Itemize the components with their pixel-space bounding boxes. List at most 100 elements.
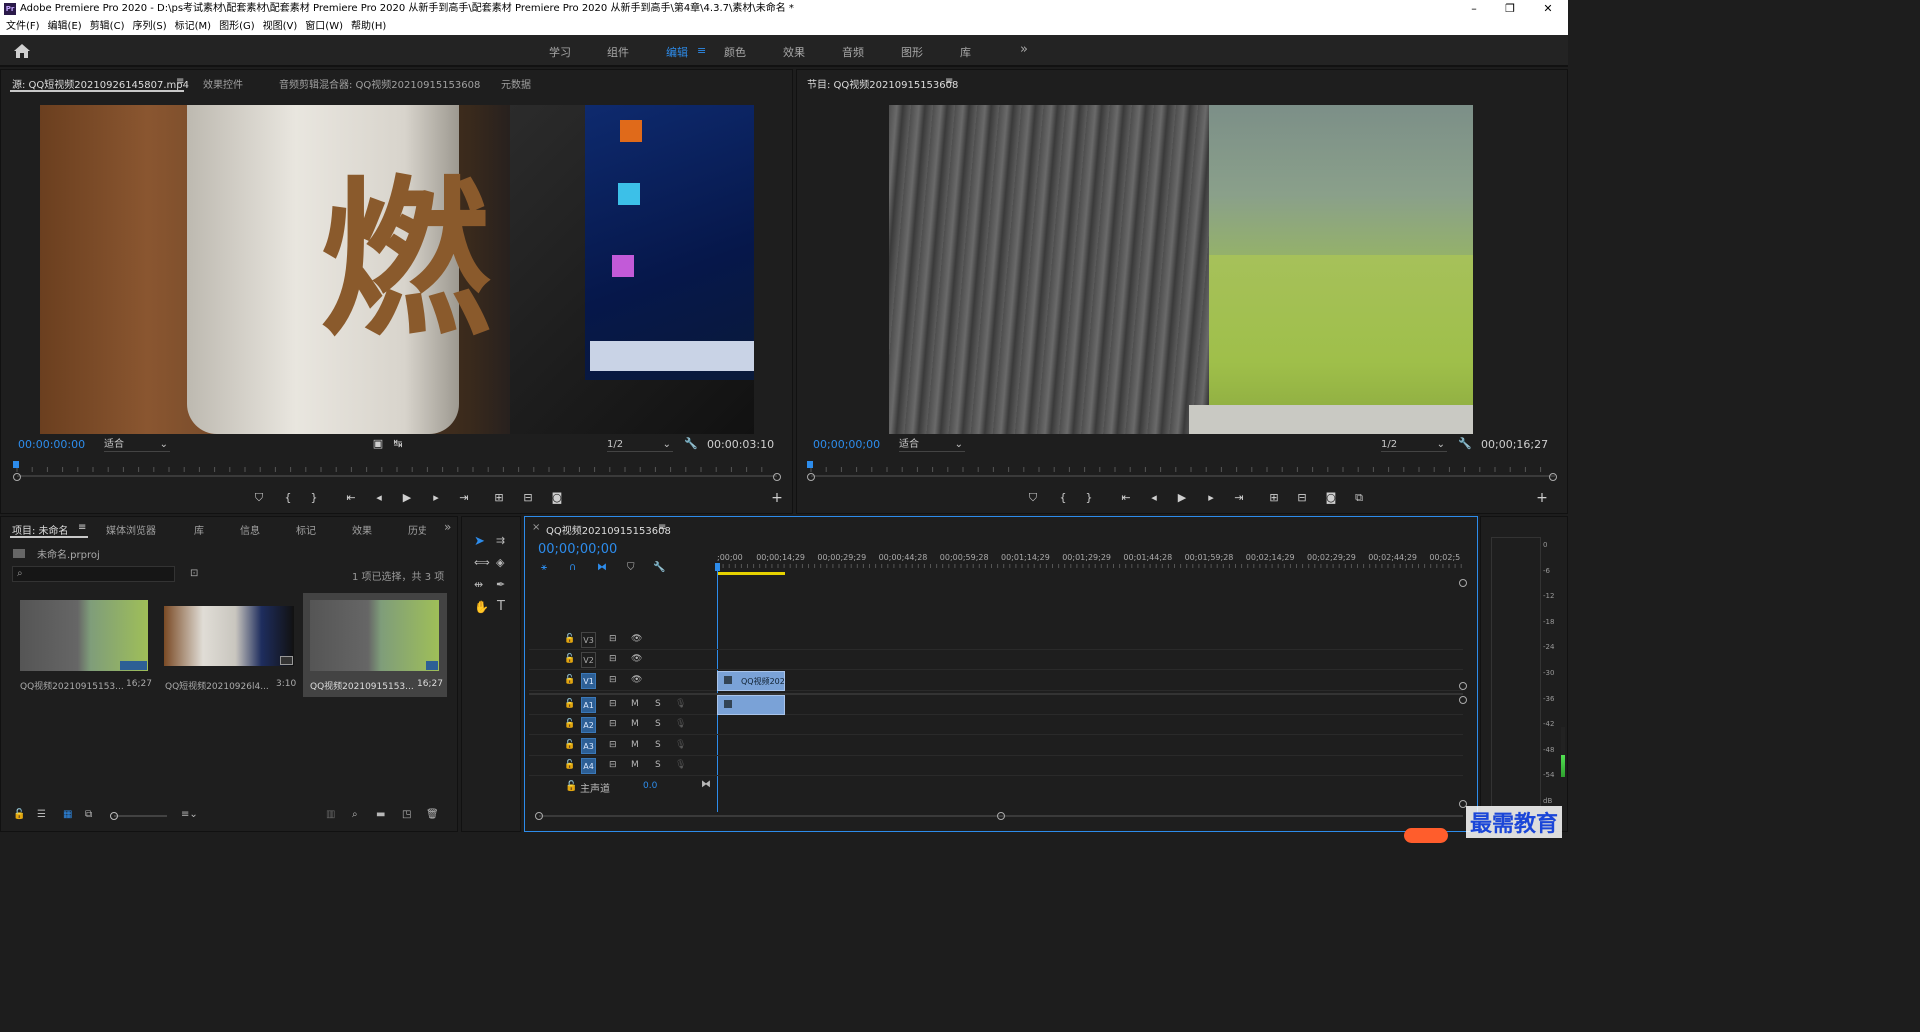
master-volume-value[interactable]: 0.0 (643, 781, 657, 791)
zoom-slider[interactable] (109, 811, 169, 821)
audio-track[interactable]: 🔓 A3 ⊟ M S 🎙 (529, 737, 1463, 756)
tab-markers[interactable]: 标记 (296, 522, 316, 537)
workspace-graphics[interactable]: 图形 (901, 44, 923, 60)
tab-source[interactable]: 源: QQ短视频20210926145807.mp4 (12, 76, 189, 91)
tab-history[interactable]: 历史 (408, 522, 426, 537)
tab-audio-clip-mixer[interactable]: 音频剪辑混合器: QQ视频20210915153608 (279, 76, 480, 91)
track-lock-icon[interactable]: 🔓 (564, 719, 575, 729)
ripple-edit-tool-icon[interactable]: ⟺ (474, 556, 490, 569)
tab-project[interactable]: 项目: 未命名 (12, 522, 69, 537)
automate-to-sequence-icon[interactable]: ▥ (326, 809, 335, 820)
source-tab-menu-icon[interactable]: ≡ (176, 76, 184, 87)
track-sync-lock-icon[interactable]: ⊟ (609, 719, 617, 729)
export-frame-camera-icon[interactable]: ◙ (549, 491, 565, 505)
workspace-editing[interactable]: 编辑 (666, 44, 688, 60)
slip-tool-icon[interactable]: ⇹ (474, 578, 483, 591)
workspace-learn[interactable]: 学习 (549, 44, 571, 60)
video-track[interactable]: 🔓 V1 ⊟ 👁 (529, 672, 1463, 691)
add-marker-icon[interactable]: ⛉ (627, 562, 635, 573)
button-editor-plus-icon[interactable]: + (769, 491, 785, 505)
tab-effect-controls[interactable]: 效果控件 (203, 76, 243, 91)
project-tab-menu-icon[interactable]: ≡ (78, 522, 86, 533)
track-target-label[interactable]: A3 (581, 738, 596, 754)
track-select-tool-icon[interactable]: ⇉ (496, 534, 505, 547)
track-target-label[interactable]: V3 (581, 632, 596, 648)
track-voiceover-icon[interactable]: 🎙 (675, 699, 686, 709)
source-settings-wrench-icon[interactable]: 🔧 (683, 437, 699, 451)
workspace-menu-icon[interactable]: ≡ (697, 44, 706, 57)
program-resolution-select[interactable]: 1/2 ⌄ (1381, 438, 1447, 452)
timeline-settings-wrench-icon[interactable]: 🔧 (653, 562, 665, 573)
source-playhead[interactable] (13, 461, 19, 468)
overwrite-icon[interactable]: ⊟ (520, 491, 536, 505)
audio-track[interactable]: 🔓 A2 ⊟ M S 🎙 (529, 716, 1463, 735)
program-zoom-select[interactable]: 适合 ⌄ (899, 438, 965, 452)
workspace-libraries[interactable]: 库 (960, 44, 971, 60)
source-time-ruler[interactable] (11, 459, 783, 481)
master-go-to-end-icon[interactable]: ⧓ (701, 779, 711, 790)
project-item-selected[interactable]: QQ视频20210915153... 16;27 (303, 593, 447, 697)
program-mark-out-icon[interactable]: } (1081, 491, 1097, 505)
timeline-tab-menu-icon[interactable]: ≡ (658, 522, 666, 533)
track-solo-button[interactable]: S (655, 719, 661, 729)
track-sync-lock-icon[interactable]: ⊟ (609, 634, 617, 644)
linked-selection-icon[interactable]: ⧓ (597, 562, 607, 573)
restore-button[interactable]: ❐ (1492, 0, 1528, 18)
drag-video-icon[interactable]: ▣ (370, 437, 386, 451)
play-icon[interactable]: ▶ (399, 491, 415, 505)
comparison-view-icon[interactable]: ⧉ (1351, 491, 1367, 505)
program-mark-in-icon[interactable]: { (1055, 491, 1071, 505)
tab-libraries[interactable]: 库 (194, 522, 204, 537)
track-target-label[interactable]: A4 (581, 758, 596, 774)
menu-marker[interactable]: 标记(M) (175, 18, 211, 35)
master-lock-icon[interactable]: 🔓 (565, 781, 577, 792)
track-voiceover-icon[interactable]: 🎙 (675, 760, 686, 770)
source-zoom-handle-right[interactable] (773, 473, 781, 481)
freeform-view-icon[interactable]: ⧉ (85, 809, 92, 820)
menu-graphics[interactable]: 图形(G) (219, 18, 255, 35)
mark-in-icon[interactable]: { (280, 491, 296, 505)
lock-icon[interactable]: 🔓 (13, 809, 25, 820)
track-voiceover-icon[interactable]: 🎙 (675, 740, 686, 750)
track-visibility-eye-icon[interactable]: 👁 (631, 634, 642, 644)
tab-timeline-sequence[interactable]: QQ视频20210915153608 (546, 522, 671, 537)
workspace-color[interactable]: 颜色 (724, 44, 746, 60)
track-mute-button[interactable]: M (631, 760, 639, 770)
program-tab-menu-icon[interactable]: ≡ (945, 76, 953, 87)
clear-trash-icon[interactable]: 🗑 (426, 809, 439, 820)
timeline-tab-close-icon[interactable]: × (532, 522, 540, 533)
source-zoom-handle-left[interactable] (13, 473, 21, 481)
selection-tool-icon[interactable]: ➤ (474, 534, 485, 549)
program-timecode[interactable]: 00;00;00;00 (813, 438, 880, 451)
track-lock-icon[interactable]: 🔓 (564, 760, 575, 770)
program-go-to-out-icon[interactable]: ⇥ (1231, 491, 1247, 505)
program-zoom-handle-left[interactable] (807, 473, 815, 481)
track-solo-button[interactable]: S (655, 740, 661, 750)
video-track[interactable]: 🔓 V3 ⊟ 👁 (529, 631, 1463, 650)
project-search-input[interactable]: ⌕ (12, 566, 175, 582)
track-sync-lock-icon[interactable]: ⊟ (609, 675, 617, 685)
program-video-frame[interactable] (889, 105, 1473, 434)
program-zoom-handle-right[interactable] (1549, 473, 1557, 481)
menu-clip[interactable]: 剪辑(C) (90, 18, 125, 35)
track-lock-icon[interactable]: 🔓 (564, 634, 575, 644)
track-sync-lock-icon[interactable]: ⊟ (609, 654, 617, 664)
track-mute-button[interactable]: M (631, 740, 639, 750)
audio-clip[interactable] (717, 695, 785, 715)
track-target-label[interactable]: V2 (581, 652, 596, 668)
workspace-assembly[interactable]: 组件 (607, 44, 629, 60)
find-icon[interactable]: ⌕ (352, 809, 358, 820)
video-clip[interactable]: QQ视频202 (717, 671, 785, 691)
source-zoom-select[interactable]: 适合 ⌄ (104, 438, 170, 452)
workspace-more-icon[interactable]: » (1020, 42, 1028, 57)
track-target-label[interactable]: A2 (581, 717, 596, 733)
program-time-ruler[interactable] (805, 459, 1561, 481)
track-sync-lock-icon[interactable]: ⊟ (609, 699, 617, 709)
ime-status-badge[interactable] (1404, 828, 1448, 843)
hand-tool-icon[interactable]: ✋ (474, 600, 489, 614)
source-resolution-select[interactable]: 1/2 ⌄ (607, 438, 673, 452)
program-playhead[interactable] (807, 461, 813, 468)
menu-window[interactable]: 窗口(W) (305, 18, 343, 35)
list-view-icon[interactable]: ☰ (37, 809, 46, 820)
new-search-bin-icon[interactable]: ⊡ (190, 568, 198, 579)
